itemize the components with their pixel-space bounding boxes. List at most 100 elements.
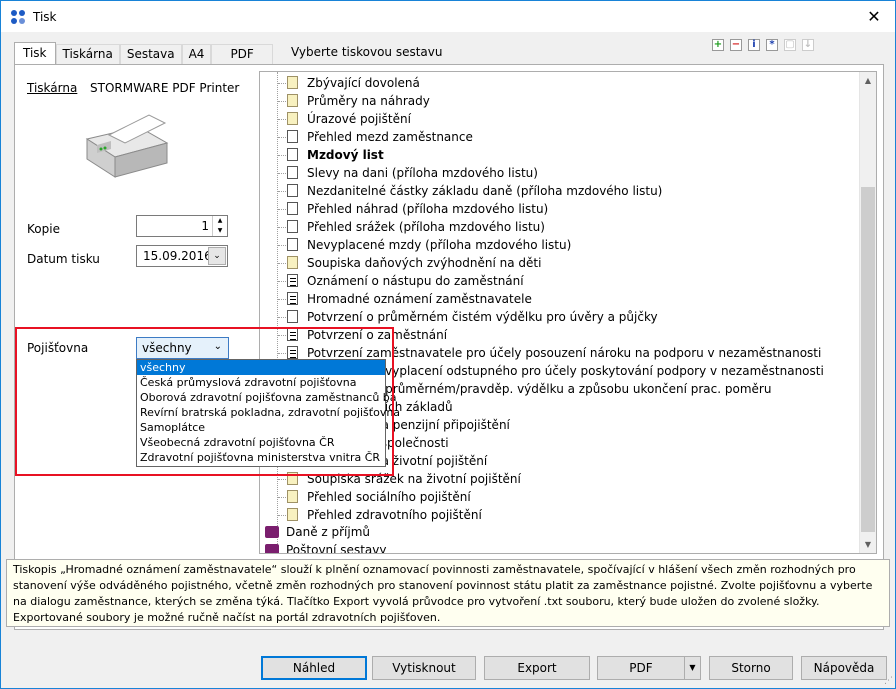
print-button[interactable]: Vytisknout [372, 656, 476, 680]
tree-group[interactable]: Poštovní sestavy [260, 541, 860, 554]
tree-connector [278, 497, 286, 498]
report-item-label: Slevy na dani (příloha mzdového listu) [307, 166, 538, 180]
report-item[interactable]: Přehled zdravotního pojištění [260, 506, 860, 524]
report-toolbar: + − i * ▢ ↓ [712, 39, 814, 51]
add-report-icon[interactable]: + [712, 39, 724, 51]
resize-grip-icon[interactable]: ⋰ [884, 676, 893, 686]
book-icon [265, 544, 279, 553]
scroll-up-icon[interactable]: ▲ [860, 72, 876, 89]
copy-icon[interactable]: ▢ [784, 39, 796, 51]
remove-report-icon[interactable]: − [730, 39, 742, 51]
report-item-label: Mzdový list [307, 148, 384, 162]
tab-tisk[interactable]: Tisk [14, 42, 56, 64]
close-button[interactable]: ✕ [859, 5, 889, 27]
window-title: Tisk [33, 9, 57, 24]
tree-connector [278, 173, 286, 174]
document-icon [287, 130, 298, 143]
info-icon[interactable]: i [748, 39, 760, 51]
report-item-label: Potvrzení o průměrném čistém výdělku pro… [307, 310, 658, 324]
preview-button[interactable]: Náhled [261, 656, 367, 680]
document-icon [287, 94, 298, 107]
document-icon [287, 220, 298, 233]
printer-image [79, 109, 171, 181]
properties-icon[interactable]: * [766, 39, 778, 51]
tree-connector [278, 515, 286, 516]
download-icon[interactable]: ↓ [802, 39, 814, 51]
tab-tiskarna[interactable]: Tiskárna [55, 44, 120, 64]
report-item[interactable]: Soupiska daňových zvýhodnění na děti [260, 254, 860, 272]
report-item[interactable]: Hromadné oznámení zaměstnavatele [260, 290, 860, 308]
scroll-down-icon[interactable]: ▼ [860, 536, 876, 553]
report-item[interactable]: Přehled mezd zaměstnance [260, 128, 860, 146]
report-item[interactable]: Úrazové pojištění [260, 110, 860, 128]
tree-connector [278, 479, 286, 480]
document-icon [287, 274, 298, 287]
report-item[interactable]: Nevyplacené mzdy (příloha mzdového listu… [260, 236, 860, 254]
report-item-label: Nezdanitelné částky základu daně (příloh… [307, 184, 663, 198]
tab-pdf[interactable]: PDF [211, 44, 273, 64]
button-bar: Náhled Vytisknout Export PDF ▼ Storno Ná… [1, 656, 895, 680]
report-item[interactable]: Potvrzení o průměrném čistém výdělku pro… [260, 308, 860, 326]
document-icon [287, 310, 298, 323]
print-date-label: Datum tisku [27, 252, 100, 266]
report-heading: Vyberte tiskovou sestavu [291, 45, 443, 59]
help-button[interactable]: Nápověda [801, 656, 887, 680]
tree-connector [278, 317, 286, 318]
report-item-label: Soupiska daňových zvýhodnění na děti [307, 256, 542, 270]
document-icon [287, 184, 298, 197]
chevron-down-icon[interactable]: ▼ [684, 657, 700, 679]
pdf-button[interactable]: PDF ▼ [597, 656, 701, 680]
printer-link[interactable]: Tiskárna [27, 81, 77, 95]
report-description: Tiskopis „Hromadné oznámení zaměstnavate… [6, 559, 890, 627]
document-icon [287, 166, 298, 179]
report-item-label: Přehled srážek (příloha mzdového listu) [307, 220, 545, 234]
report-item[interactable]: Mzdový list [260, 146, 860, 164]
tab-bar: Tisk Tiskárna Sestava A4 PDF [14, 42, 273, 64]
report-item[interactable]: Průměry na náhrady [260, 92, 860, 110]
tree-connector [278, 209, 286, 210]
copies-stepper[interactable]: 1 ▲ ▼ [136, 215, 228, 237]
highlight-frame [15, 327, 394, 476]
report-item-label: Přehled náhrad (příloha mzdového listu) [307, 202, 549, 216]
copies-value: 1 [201, 219, 209, 233]
report-item[interactable]: Přehled náhrad (příloha mzdového listu) [260, 200, 860, 218]
tab-sestava[interactable]: Sestava [119, 44, 182, 64]
report-item[interactable]: Přehled sociálního pojištění [260, 488, 860, 506]
cancel-button[interactable]: Storno [709, 656, 793, 680]
report-item-label: Přehled zdravotního pojištění [307, 508, 482, 522]
tree-connector [278, 299, 286, 300]
print-date-field[interactable]: 15.09.2016 ⌄ [136, 245, 228, 267]
tree-connector [278, 101, 286, 102]
document-icon [287, 256, 298, 269]
tree-connector [278, 263, 286, 264]
tree-group-label: Poštovní sestavy [286, 543, 387, 554]
report-item[interactable]: Přehled srážek (příloha mzdového listu) [260, 218, 860, 236]
report-item[interactable]: Oznámení o nástupu do zaměstnání [260, 272, 860, 290]
copies-label: Kopie [27, 222, 60, 236]
tree-connector [278, 137, 286, 138]
print-date-value: 15.09.2016 [143, 249, 212, 263]
report-item[interactable]: Zbývající dovolená [260, 74, 860, 92]
tree-scrollbar[interactable]: ▲ ▼ [859, 72, 876, 553]
tab-a4[interactable]: A4 [181, 44, 212, 64]
export-button[interactable]: Export [484, 656, 590, 680]
tree-connector [278, 191, 286, 192]
stepper-arrows[interactable]: ▲ ▼ [212, 216, 227, 236]
scroll-thumb[interactable] [861, 187, 875, 532]
app-icon [9, 8, 27, 26]
book-icon [265, 526, 279, 538]
report-tree: Zbývající dovolená Průměry na náhrady Úraz… [259, 71, 877, 554]
tree-connector [278, 281, 286, 282]
document-icon [287, 148, 298, 161]
tree-group-label: Daně z příjmů [286, 525, 371, 539]
report-item-label: Oznámení o nástupu do zaměstnání [307, 274, 524, 288]
document-icon [287, 508, 298, 521]
report-item-label: Přehled mezd zaměstnance [307, 130, 473, 144]
report-item-label: Nevyplacené mzdy (příloha mzdového listu… [307, 238, 572, 252]
report-item[interactable]: Slevy na dani (příloha mzdového listu) [260, 164, 860, 182]
document-icon [287, 202, 298, 215]
tree-group[interactable]: Daně z příjmů [260, 523, 860, 541]
report-item[interactable]: Nezdanitelné částky základu daně (příloh… [260, 182, 860, 200]
document-icon [287, 490, 298, 503]
chevron-down-icon[interactable]: ⌄ [208, 247, 226, 265]
